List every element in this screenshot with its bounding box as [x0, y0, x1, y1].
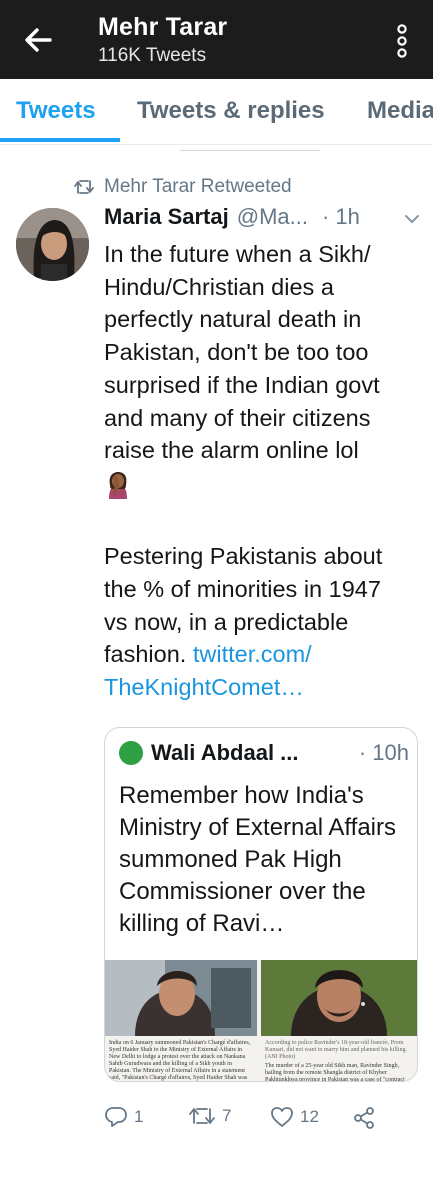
- retweet-indicator: Mehr Tarar Retweeted: [74, 176, 292, 198]
- profile-tabs: Tweets Tweets & replies Media: [0, 79, 433, 145]
- news-photo-left: [105, 960, 257, 1036]
- like-count: 12: [300, 1107, 319, 1126]
- news-caption-right: According to police Ravinder's 18-year-o…: [265, 1040, 415, 1082]
- share-icon: [354, 1107, 374, 1129]
- tweet-line: raise the alarm online lol: [104, 437, 359, 464]
- news-text-left: India on 6 January summoned Pakistan's C…: [109, 1040, 251, 1081]
- active-tab-indicator: [0, 138, 120, 142]
- author-handle[interactable]: @Ma...: [237, 204, 308, 230]
- quoted-author-name: Wali Abdaal ...: [151, 740, 299, 765]
- tweet-line: surprised if the Indian govt: [104, 371, 380, 398]
- retweet-icon: [74, 180, 94, 194]
- divider: [0, 147, 433, 163]
- tweet-header: Maria Sartaj @Ma... · 1h: [104, 204, 422, 230]
- quoted-tweet-text: Remember how India's Ministry of Externa…: [119, 782, 396, 937]
- back-arrow-icon[interactable]: [20, 22, 56, 58]
- news-photo-right: [261, 960, 417, 1036]
- tweet-link-cont[interactable]: TheKnightComet…: [104, 674, 304, 700]
- top-app-bar: Mehr Tarar 116K Tweets: [0, 0, 433, 79]
- news-text-right: The murder of a 25-year old Sikh man, Ra…: [265, 1063, 405, 1082]
- reply-icon: [105, 1107, 127, 1127]
- profile-header: Mehr Tarar 116K Tweets: [98, 12, 227, 70]
- author-name[interactable]: Maria Sartaj: [104, 204, 229, 230]
- profile-name: Mehr Tarar: [98, 13, 228, 41]
- tweet-line: TheKnightComet…: [104, 671, 426, 704]
- tweet-line: In the future when a Sikh/: [104, 241, 371, 267]
- tweet-line: Pakistan, don't be too too: [104, 339, 369, 366]
- chevron-down-icon[interactable]: [404, 214, 420, 224]
- tweet-line: and many of their citizens: [104, 404, 371, 431]
- quoted-tweet-image[interactable]: India on 6 January summoned Pakistan's C…: [105, 960, 417, 1082]
- reply-button[interactable]: 1: [104, 1106, 143, 1128]
- tab-media[interactable]: Media: [367, 97, 433, 125]
- tweet-text-fragment: fashion.: [104, 641, 193, 668]
- tweet-line: Pestering Pakistanis about: [104, 543, 383, 570]
- like-button[interactable]: 12: [270, 1106, 319, 1128]
- quoted-tweet-card[interactable]: Wali Abdaal ... · 10h Remember how India…: [104, 727, 418, 1082]
- reply-count: 1: [134, 1107, 144, 1126]
- facepalm-emoji-icon: [109, 471, 127, 499]
- tab-tweets[interactable]: Tweets: [16, 97, 96, 125]
- tweet-time: · 1h: [321, 204, 360, 229]
- quoted-tweet-header: Wali Abdaal ... · 10h: [119, 740, 409, 766]
- tweet-text: In the future when a Sikh/ Hindu/Christi…: [104, 238, 426, 704]
- news-clipping-left: India on 6 January summoned Pakistan's C…: [105, 960, 257, 1081]
- tweet-link[interactable]: twitter.com/: [193, 641, 312, 667]
- tab-tweets-replies[interactable]: Tweets & replies: [137, 97, 325, 125]
- news-clipping-right: According to police Ravinder's 18-year-o…: [261, 960, 417, 1082]
- avatar-photo: [16, 208, 89, 281]
- tweet-actions: 1 7 12: [104, 1106, 404, 1136]
- tweet-line: perfectly natural death in: [104, 306, 362, 333]
- tweet-line: vs now, in a predictable: [104, 608, 349, 635]
- retweet-action-icon: [189, 1108, 215, 1124]
- retweeted-by-label: Mehr Tarar Retweeted: [104, 176, 292, 197]
- heart-icon: [271, 1107, 293, 1127]
- avatar[interactable]: [16, 208, 89, 281]
- green-circle-icon: [119, 741, 143, 765]
- tweet-line: Hindu/Christian dies a: [104, 273, 334, 300]
- tweet-count: 116K Tweets: [98, 45, 207, 66]
- retweet-count: 7: [222, 1106, 232, 1125]
- emoji-line: [104, 467, 426, 508]
- news-caption: According to police Ravinder's 18-year-o…: [265, 1040, 407, 1060]
- tweet-line: the % of minorities in 1947: [104, 576, 381, 603]
- quoted-tweet-time: · 10h: [358, 740, 409, 765]
- retweet-button[interactable]: 7: [188, 1106, 231, 1126]
- overflow-menu-icon[interactable]: [395, 24, 409, 58]
- share-button[interactable]: [352, 1106, 382, 1130]
- tweet-line: fashion. twitter.com/: [104, 638, 426, 671]
